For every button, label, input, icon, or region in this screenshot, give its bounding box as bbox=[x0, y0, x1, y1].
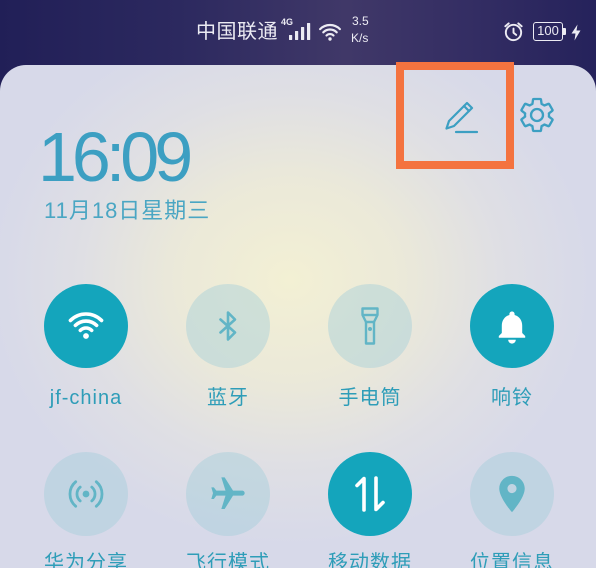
ring-mode-toggle[interactable] bbox=[470, 284, 554, 368]
phone-screen: 中国联通 4G 3.5 K/s 100 16:09 11月18日星期三 jf-c… bbox=[0, 0, 596, 568]
clock-time: 16:09 bbox=[38, 118, 193, 196]
signal-bars-icon bbox=[289, 23, 311, 40]
tile-label-mobile-data: 移动数据 bbox=[328, 552, 412, 568]
bluetooth-icon[interactable] bbox=[208, 306, 248, 346]
battery-nub bbox=[563, 28, 566, 35]
clock-date: 11月18日星期三 bbox=[44, 198, 211, 223]
tile-airplane-mode: 飞行模式 bbox=[157, 452, 299, 568]
carrier-name: 中国联通 bbox=[196, 21, 278, 43]
pencil-icon[interactable] bbox=[440, 95, 480, 135]
tile-label-flashlight: 手电筒 bbox=[338, 387, 402, 409]
flashlight-toggle[interactable] bbox=[328, 284, 412, 368]
tile-huawei-share: 华为分享 bbox=[15, 452, 157, 568]
tile-ring-mode: 响铃 bbox=[441, 284, 583, 411]
network-speed-value: 3.5 bbox=[352, 14, 369, 28]
gear-icon[interactable] bbox=[517, 95, 557, 135]
edit-tiles-button[interactable] bbox=[440, 95, 480, 135]
tile-flashlight: 手电筒 bbox=[299, 284, 441, 411]
tile-label-airplane-mode: 飞行模式 bbox=[186, 552, 270, 568]
tile-mobile-data: 移动数据 bbox=[299, 452, 441, 568]
mobile-data-toggle[interactable] bbox=[328, 452, 412, 536]
charging-bolt-icon bbox=[571, 24, 581, 41]
tile-bluetooth: 蓝牙 bbox=[157, 284, 299, 411]
wifi-toggle[interactable] bbox=[44, 284, 128, 368]
tile-label-ring-mode: 响铃 bbox=[491, 387, 533, 409]
wifi-icon[interactable] bbox=[66, 301, 106, 341]
settings-button[interactable] bbox=[517, 95, 557, 135]
tile-location: 位置信息 bbox=[441, 452, 583, 568]
airplane-mode-toggle[interactable] bbox=[186, 452, 270, 536]
airplane-icon[interactable] bbox=[208, 474, 248, 514]
tile-label-bluetooth: 蓝牙 bbox=[207, 387, 249, 409]
battery-level: 100 bbox=[537, 23, 559, 38]
tile-label-wifi: jf-china bbox=[49, 387, 123, 409]
tile-label-location: 位置信息 bbox=[470, 552, 554, 568]
huawei-share-toggle[interactable] bbox=[44, 452, 128, 536]
flashlight-icon[interactable] bbox=[350, 306, 390, 346]
quick-settings-panel: 16:09 11月18日星期三 jf-china 蓝牙 手电筒 响铃 华为分享 … bbox=[0, 65, 596, 568]
alarm-clock-icon bbox=[504, 22, 523, 42]
battery-icon: 100 bbox=[533, 22, 563, 41]
bell-icon[interactable] bbox=[492, 306, 532, 346]
location-toggle[interactable] bbox=[470, 452, 554, 536]
status-bar: 中国联通 4G 3.5 K/s 100 bbox=[0, 0, 596, 65]
bluetooth-toggle[interactable] bbox=[186, 284, 270, 368]
wifi-icon bbox=[319, 23, 341, 41]
tile-label-huawei-share: 华为分享 bbox=[44, 552, 128, 568]
tile-wifi: jf-china bbox=[15, 284, 157, 411]
mobile-data-icon[interactable] bbox=[350, 474, 390, 514]
network-speed-unit: K/s bbox=[351, 31, 369, 45]
location-pin-icon[interactable] bbox=[492, 474, 532, 514]
huawei-share-icon[interactable] bbox=[66, 474, 106, 514]
